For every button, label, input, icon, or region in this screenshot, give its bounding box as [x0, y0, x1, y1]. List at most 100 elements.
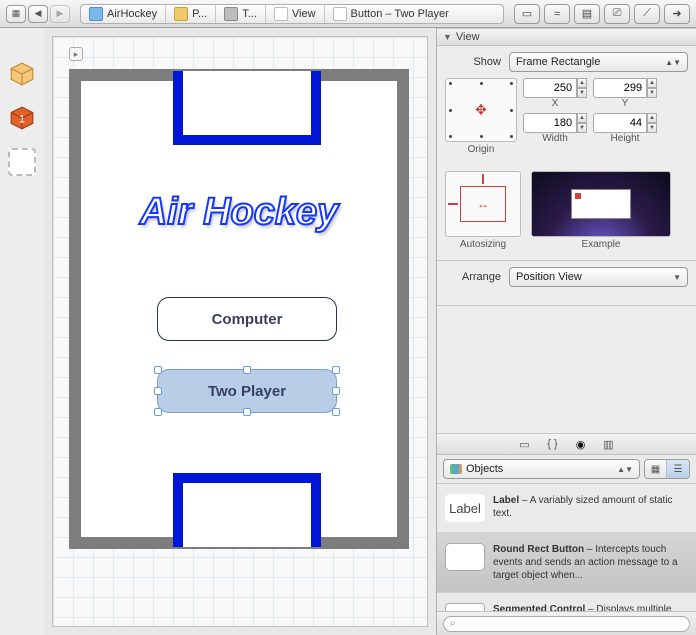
connections-inspector-icon[interactable]: ➜: [664, 4, 690, 24]
popup-caret-icon: ▲▼: [617, 465, 633, 474]
library-item-round-rect-button[interactable]: Round Rect Button – Intercepts touch eve…: [437, 533, 696, 593]
object-dock: 1: [0, 28, 44, 635]
library-item-text: Segmented Control – Displays multiple se…: [493, 603, 688, 611]
jump-project-label: AirHockey: [107, 8, 157, 20]
library-search-field[interactable]: ⌕: [443, 616, 690, 632]
jump-view-label: View: [292, 8, 316, 20]
show-popup[interactable]: Frame Rectangle▲▼: [509, 52, 688, 72]
library-filter-popup[interactable]: Objects ▲▼: [443, 459, 640, 479]
autosizing-example: [531, 171, 671, 237]
disclosure-triangle-icon: ▼: [443, 32, 452, 42]
object-library-icon[interactable]: ◉: [572, 437, 590, 451]
library-list[interactable]: Label Label – A variably sized amount of…: [437, 484, 696, 611]
view-section-header[interactable]: ▼ View: [437, 28, 696, 46]
arrange-popup[interactable]: Position View▼: [509, 267, 688, 287]
height-field[interactable]: ▲▼: [593, 113, 657, 133]
view-section-title: View: [456, 31, 480, 43]
origin-selector[interactable]: ✥: [445, 78, 517, 142]
width-input[interactable]: [523, 113, 577, 133]
list-view-button[interactable]: ☰: [667, 460, 689, 478]
autosizing-caption: Autosizing: [445, 239, 521, 250]
file-template-library-icon[interactable]: ▭: [516, 437, 534, 451]
search-icon: ⌕: [450, 618, 456, 629]
related-items-button[interactable]: ▦: [6, 5, 26, 23]
x-stepper[interactable]: ▲▼: [577, 78, 587, 98]
autosizing-control[interactable]: ↔: [445, 171, 521, 237]
back-button[interactable]: ◀: [28, 5, 48, 23]
first-responder-cube[interactable]: 1: [8, 104, 36, 132]
resize-handle[interactable]: [332, 387, 340, 395]
view-disclosure-button[interactable]: ▸: [69, 47, 83, 61]
jump-target[interactable]: T...: [216, 5, 266, 23]
arrange-popup-value: Position View: [516, 271, 582, 283]
resize-handle[interactable]: [332, 408, 340, 416]
library-item-label[interactable]: Label Label – A variably sized amount of…: [437, 484, 696, 533]
app-title-label: Air Hockey: [81, 191, 397, 234]
jump-bar[interactable]: AirHockey P... T... View Button – Two Pl…: [80, 4, 504, 24]
show-popup-value: Frame Rectangle: [516, 56, 600, 68]
jump-selected[interactable]: Button – Two Player: [325, 5, 457, 23]
library-item-text: Label – A variably sized amount of stati…: [493, 494, 688, 522]
resize-handle[interactable]: [243, 366, 251, 374]
x-field[interactable]: ▲▼: [523, 78, 587, 98]
width-caption: Width: [523, 133, 587, 144]
objects-icon: [450, 464, 462, 474]
library-item-text: Round Rect Button – Intercepts touch eve…: [493, 543, 688, 582]
computer-button[interactable]: Computer: [157, 297, 337, 341]
jump-folder[interactable]: P...: [166, 5, 216, 23]
media-library-icon[interactable]: ▥: [600, 437, 618, 451]
example-caption: Example: [531, 239, 671, 250]
file-inspector-icon[interactable]: ▭: [514, 4, 540, 24]
width-field[interactable]: ▲▼: [523, 113, 587, 133]
library-search-bar: ⌕: [437, 611, 696, 635]
height-stepper[interactable]: ▲▼: [647, 113, 657, 133]
library-view-toggle[interactable]: ▦☰: [644, 459, 690, 479]
y-stepper[interactable]: ▲▼: [647, 78, 657, 98]
height-input[interactable]: [593, 113, 647, 133]
arrange-label: Arrange: [445, 271, 501, 283]
y-field[interactable]: ▲▼: [593, 78, 657, 98]
library-tabs: ▭ { } ◉ ▥: [437, 433, 696, 455]
x-caption: X: [523, 98, 587, 109]
device-border: Air Hockey Computer Two Player: [69, 69, 409, 549]
library-filter-value: Objects: [466, 463, 503, 475]
forward-button[interactable]: ▶: [50, 5, 70, 23]
resize-handle[interactable]: [154, 387, 162, 395]
y-input[interactable]: [593, 78, 647, 98]
size-inspector-icon[interactable]: ⟋: [634, 4, 660, 24]
code-snippet-library-icon[interactable]: { }: [544, 437, 562, 451]
files-owner-cube[interactable]: [8, 60, 36, 88]
goal-bottom-image: [173, 473, 321, 547]
label-thumb: Label: [445, 494, 485, 522]
icon-view-button[interactable]: ▦: [645, 460, 667, 478]
resize-handle[interactable]: [154, 366, 162, 374]
jump-view[interactable]: View: [266, 5, 325, 23]
target-icon: [224, 7, 238, 21]
two-player-button[interactable]: Two Player: [157, 369, 337, 413]
inspector-tabs: ▭ ≈ ▤ ⎚ ⟋ ➜: [514, 4, 690, 24]
resize-handle[interactable]: [332, 366, 340, 374]
view-icon: [274, 7, 288, 21]
inspector-panel: ▼View Show Frame Rectangle▲▼ ✥ Origin ▲▼…: [436, 28, 696, 635]
height-caption: Height: [593, 133, 657, 144]
device-view[interactable]: ▸ Air Hockey Computer Two Player: [69, 69, 409, 549]
x-input[interactable]: [523, 78, 577, 98]
button-icon: [333, 7, 347, 21]
svg-text:1: 1: [19, 113, 25, 125]
resize-handle[interactable]: [154, 408, 162, 416]
canvas-area[interactable]: ▸ Air Hockey Computer Two Player: [44, 28, 436, 635]
goal-top-image: [173, 71, 321, 145]
y-caption: Y: [593, 98, 657, 109]
folder-icon: [174, 7, 188, 21]
view-placeholder-icon[interactable]: [8, 148, 36, 176]
identity-inspector-icon[interactable]: ▤: [574, 4, 600, 24]
two-player-button-label: Two Player: [208, 383, 286, 400]
jump-project[interactable]: AirHockey: [81, 5, 166, 23]
quick-help-icon[interactable]: ≈: [544, 4, 570, 24]
computer-button-label: Computer: [212, 311, 283, 328]
attributes-inspector-icon[interactable]: ⎚: [604, 4, 630, 24]
resize-handle[interactable]: [243, 408, 251, 416]
origin-center-icon: ✥: [475, 102, 487, 119]
width-stepper[interactable]: ▲▼: [577, 113, 587, 133]
library-item-segmented-control[interactable]: 12 Segmented Control – Displays multiple…: [437, 593, 696, 611]
